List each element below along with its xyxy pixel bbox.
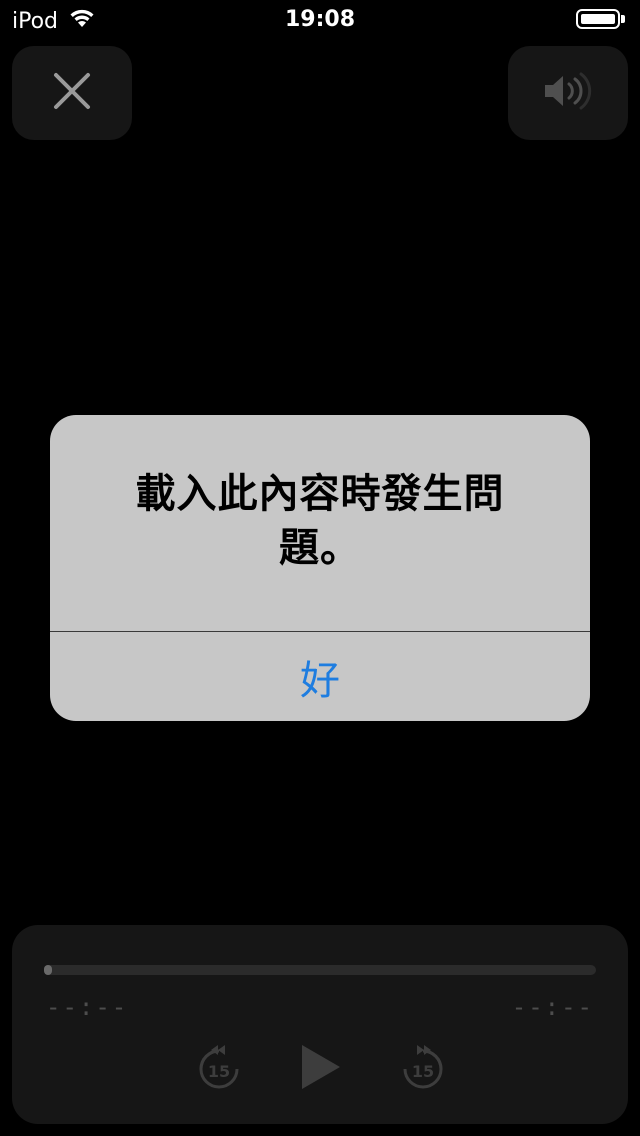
status-bar: iPod 19:08 — [0, 0, 640, 40]
close-button[interactable] — [12, 46, 132, 140]
play-button[interactable] — [296, 1037, 346, 1097]
player-controls: --:-- --:-- 15 15 — [12, 925, 628, 1124]
remaining-time: --:-- — [511, 993, 594, 1021]
progress-bar[interactable] — [44, 965, 596, 975]
status-time: 19:08 — [284, 7, 356, 32]
skip-back-15-icon: 15 — [199, 1045, 239, 1089]
skip-back-label: 15 — [208, 1062, 230, 1081]
alert-ok-button[interactable]: 好 — [50, 632, 590, 721]
alert-dialog: 載入此內容時發生問題。 好 — [50, 415, 590, 721]
volume-button[interactable] — [508, 46, 628, 140]
elapsed-time: --:-- — [46, 993, 129, 1021]
play-icon — [302, 1045, 340, 1089]
skip-forward-15-icon: 15 — [403, 1045, 443, 1089]
battery-tip — [621, 15, 625, 23]
skip-forward-button[interactable]: 15 — [398, 1037, 448, 1097]
skip-back-button[interactable]: 15 — [194, 1037, 244, 1097]
battery-icon — [576, 9, 628, 31]
battery-fill — [581, 14, 615, 24]
skip-forward-label: 15 — [412, 1062, 434, 1081]
player-screen: iPod 19:08 載入此內容時發生問題。 好 --:-- --:-- 15 … — [0, 0, 640, 1136]
volume-icon — [541, 71, 595, 115]
alert-message: 載入此內容時發生問題。 — [135, 471, 505, 571]
progress-knob[interactable] — [44, 965, 52, 975]
battery-body — [576, 9, 620, 29]
close-icon — [50, 69, 94, 117]
